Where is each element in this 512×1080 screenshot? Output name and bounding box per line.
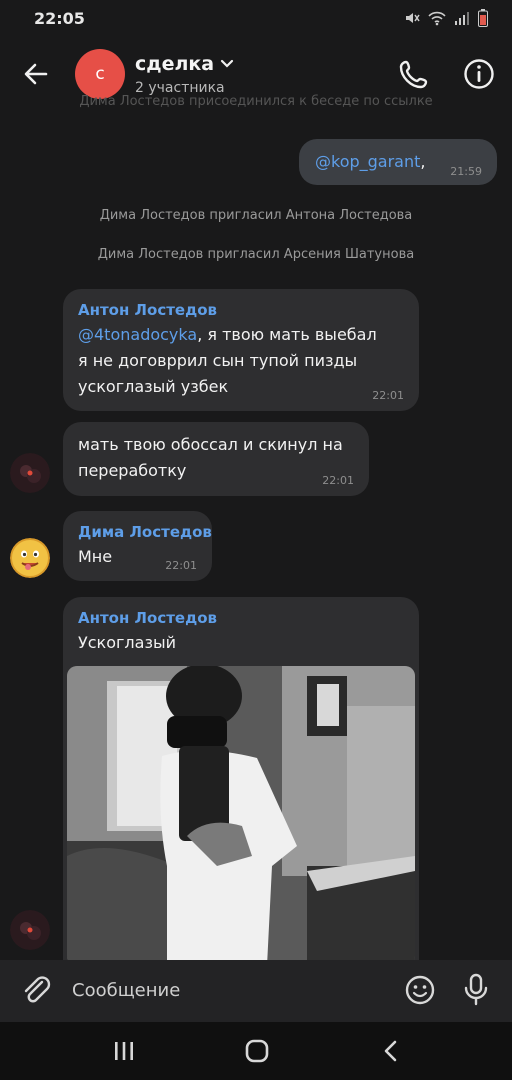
message-time: 22:01 [322, 474, 354, 487]
avatar[interactable] [10, 453, 50, 493]
message-list[interactable]: Дима Лостедов присоединился к беседе по … [0, 92, 512, 960]
status-bar: 22:05 [0, 0, 512, 38]
sender-name[interactable]: Антон Лостедов [78, 301, 217, 319]
chat-title[interactable]: сделка [135, 53, 234, 75]
message-text: переработку [78, 461, 187, 480]
message-input[interactable]: Сообщение [72, 980, 180, 1001]
system-icons [404, 9, 488, 27]
system-nav-bar [0, 1022, 512, 1080]
message-text: , [420, 152, 426, 171]
message-time: 21:59 [450, 165, 482, 178]
chat-title-text: сделка [135, 53, 215, 75]
info-icon[interactable] [463, 58, 495, 90]
message-text: Ускоглазый [78, 633, 176, 652]
message-text: ускоглазый узбек [78, 377, 229, 396]
battery-icon [478, 9, 488, 27]
message-text: я не договррил сын тупой пизды [78, 351, 358, 370]
system-message: Дима Лостедов пригласил Арсения Шатунова [97, 247, 415, 262]
home-icon[interactable] [244, 1038, 270, 1064]
chevron-down-icon [221, 59, 234, 68]
back-arrow-icon[interactable] [20, 58, 52, 90]
message-text: мать твою обоссал и скинул на [78, 435, 343, 454]
incoming-message[interactable]: Дима Лостедов Мне 22:01 [63, 511, 212, 581]
message-time: 22:01 [165, 559, 197, 572]
signal-icon [455, 12, 469, 25]
phone-icon[interactable] [398, 58, 430, 90]
emoji-icon[interactable] [404, 974, 436, 1006]
wifi-icon [428, 11, 446, 26]
system-message: Дима Лостедов пригласил Антона Лостедова [99, 208, 413, 223]
mention-link[interactable]: @4tonadocyka [78, 325, 197, 344]
paperclip-icon[interactable] [20, 974, 52, 1006]
outgoing-message[interactable]: @kop_garant, 21:59 [299, 139, 497, 185]
message-text: , я твою мать выебал [197, 325, 377, 344]
avatar[interactable] [10, 910, 50, 950]
message-photo[interactable] [67, 666, 415, 960]
system-message: Дима Лостедов присоединился к беседе по … [79, 94, 433, 109]
composer: Сообщение [0, 960, 512, 1022]
incoming-message[interactable]: мать твою обоссал и скинул на переработк… [63, 422, 369, 496]
status-time: 22:05 [34, 9, 85, 28]
mention-link[interactable]: @kop_garant [315, 152, 420, 171]
sender-name[interactable]: Дима Лостедов [78, 523, 212, 541]
sender-name[interactable]: Антон Лостедов [78, 609, 217, 627]
message-text: Мне [78, 547, 113, 566]
back-icon[interactable] [378, 1038, 404, 1064]
mute-icon [406, 13, 420, 23]
incoming-message[interactable]: Антон Лостедов @4tonadocyka, я твою мать… [63, 289, 419, 411]
avatar[interactable] [10, 538, 50, 578]
recents-icon[interactable] [108, 1040, 140, 1062]
message-time: 22:01 [372, 389, 404, 402]
microphone-icon[interactable] [460, 972, 492, 1008]
